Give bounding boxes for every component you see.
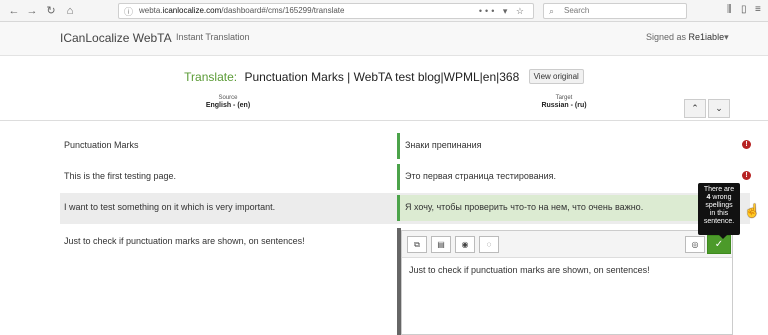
- warning-icon[interactable]: !: [742, 171, 751, 180]
- segment-row[interactable]: Punctuation Marks Знаки препинания !: [60, 131, 751, 162]
- browser-toolbar: ← → ↻ ⌂ ⓘ webta.icanlocalize.com/dashboa…: [0, 0, 768, 22]
- star-icon[interactable]: ☆: [516, 6, 527, 16]
- brand-logo[interactable]: ICanLocalize WebTA: [60, 31, 172, 45]
- tooltip-arrow: [719, 235, 727, 239]
- segment-row[interactable]: I want to test something on it which is …: [60, 193, 750, 224]
- target-text: Это первая страница тестирования.: [405, 171, 556, 181]
- chevron-up-icon: ⌃: [691, 103, 699, 113]
- paste-icon[interactable]: ▤: [431, 236, 451, 253]
- page-title: Translate: Punctuation Marks | WebTA tes…: [0, 69, 768, 85]
- source-caption: Source: [218, 95, 238, 101]
- target-value: Russian - (ru): [541, 102, 587, 109]
- more-icon[interactable]: •••: [479, 6, 497, 16]
- forward-icon[interactable]: →: [25, 4, 39, 18]
- chevron-down-icon: ⌄: [715, 103, 723, 113]
- active-source-text: Just to check if punctuation marks are s…: [64, 236, 305, 246]
- page-actions: ••• ▾ ☆: [479, 4, 527, 18]
- spelling-tooltip: There are 4 wrong spellings in this sent…: [698, 183, 740, 235]
- settings-icon[interactable]: ◎: [685, 236, 705, 253]
- reload-icon[interactable]: ↻: [44, 4, 58, 18]
- preview-icon[interactable]: ◉: [455, 236, 475, 253]
- translate-label: Translate:: [184, 70, 238, 84]
- target-text: Я хочу, чтобы проверить что-то на нем, ч…: [405, 202, 644, 212]
- wrong-count: 4: [706, 194, 711, 201]
- library-icon[interactable]: ⫼: [727, 4, 732, 15]
- comment-icon[interactable]: ◌: [479, 236, 499, 253]
- nav-instant-translation[interactable]: Instant Translation: [176, 32, 250, 42]
- tooltip-line: sentence.: [703, 218, 735, 225]
- header-divider: [0, 120, 768, 121]
- target-language: Target Russian - (ru): [494, 95, 634, 109]
- tooltip-line: 4 wrong: [706, 194, 732, 201]
- source-text: This is the first testing page.: [64, 171, 177, 181]
- editor-textarea[interactable]: Just to check if punctuation marks are s…: [409, 265, 650, 275]
- segment-row[interactable]: This is the first testing page. Это перв…: [60, 162, 751, 193]
- search-placeholder: Search: [564, 6, 590, 15]
- tooltip-line: in this: [709, 210, 729, 217]
- tooltip-line: There are: [703, 186, 735, 193]
- translation-editor[interactable]: ⧉ ▤ ◉ ◌ ◎ ✓ Just to check if punctuation…: [401, 230, 733, 335]
- url-prefix: webta.: [139, 6, 163, 15]
- user-name: Re1iable: [688, 32, 725, 42]
- copy-source-icon[interactable]: ⧉: [407, 236, 427, 253]
- view-original-button[interactable]: View original: [528, 69, 584, 85]
- sidebar-icon[interactable]: ▯: [741, 4, 747, 15]
- next-segment-button[interactable]: ⌄: [708, 99, 730, 118]
- signed-in-menu[interactable]: Signed as Re1iable▾: [646, 32, 729, 43]
- source-text: Punctuation Marks: [64, 140, 139, 150]
- hand-cursor-icon: ☝: [744, 203, 761, 218]
- source-language: Source English - (en): [158, 95, 298, 109]
- menu-icon[interactable]: ≡: [755, 4, 761, 15]
- signed-prefix: Signed as: [646, 32, 687, 42]
- search-icon: ⌕: [549, 6, 555, 16]
- source-value: English - (en): [205, 102, 251, 109]
- address-bar[interactable]: ⓘ webta.icanlocalize.com/dashboard#/cms/…: [118, 3, 534, 19]
- tooltip-line: spellings: [705, 202, 733, 209]
- target-cell[interactable]: Это первая страница тестирования.: [397, 164, 713, 190]
- info-icon[interactable]: ⓘ: [124, 5, 133, 19]
- target-cell[interactable]: Знаки препинания: [397, 133, 713, 159]
- warning-icon[interactable]: !: [742, 140, 751, 149]
- url-path: /dashboard#/cms/165299/translate: [221, 6, 345, 15]
- pocket-icon[interactable]: ▾: [503, 6, 511, 16]
- source-text: I want to test something on it which is …: [64, 202, 276, 212]
- home-icon[interactable]: ⌂: [63, 4, 77, 18]
- back-icon[interactable]: ←: [7, 4, 21, 18]
- document-title: Punctuation Marks | WebTA test blog|WPML…: [244, 70, 520, 84]
- url-domain: icanlocalize.com: [162, 6, 222, 15]
- editor-toolbar: ⧉ ▤ ◉ ◌ ◎ ✓: [402, 231, 732, 258]
- caret-down-icon: ▾: [724, 32, 729, 42]
- search-input[interactable]: ⌕ Search: [543, 3, 687, 19]
- app-header: ICanLocalize WebTA Instant Translation S…: [0, 22, 768, 56]
- previous-segment-button[interactable]: ⌃: [684, 99, 706, 118]
- target-caption: Target: [555, 95, 573, 101]
- target-cell[interactable]: Я хочу, чтобы проверить что-то на нем, ч…: [397, 195, 713, 221]
- target-text: Знаки препинания: [405, 140, 482, 150]
- check-icon: ✓: [714, 239, 724, 250]
